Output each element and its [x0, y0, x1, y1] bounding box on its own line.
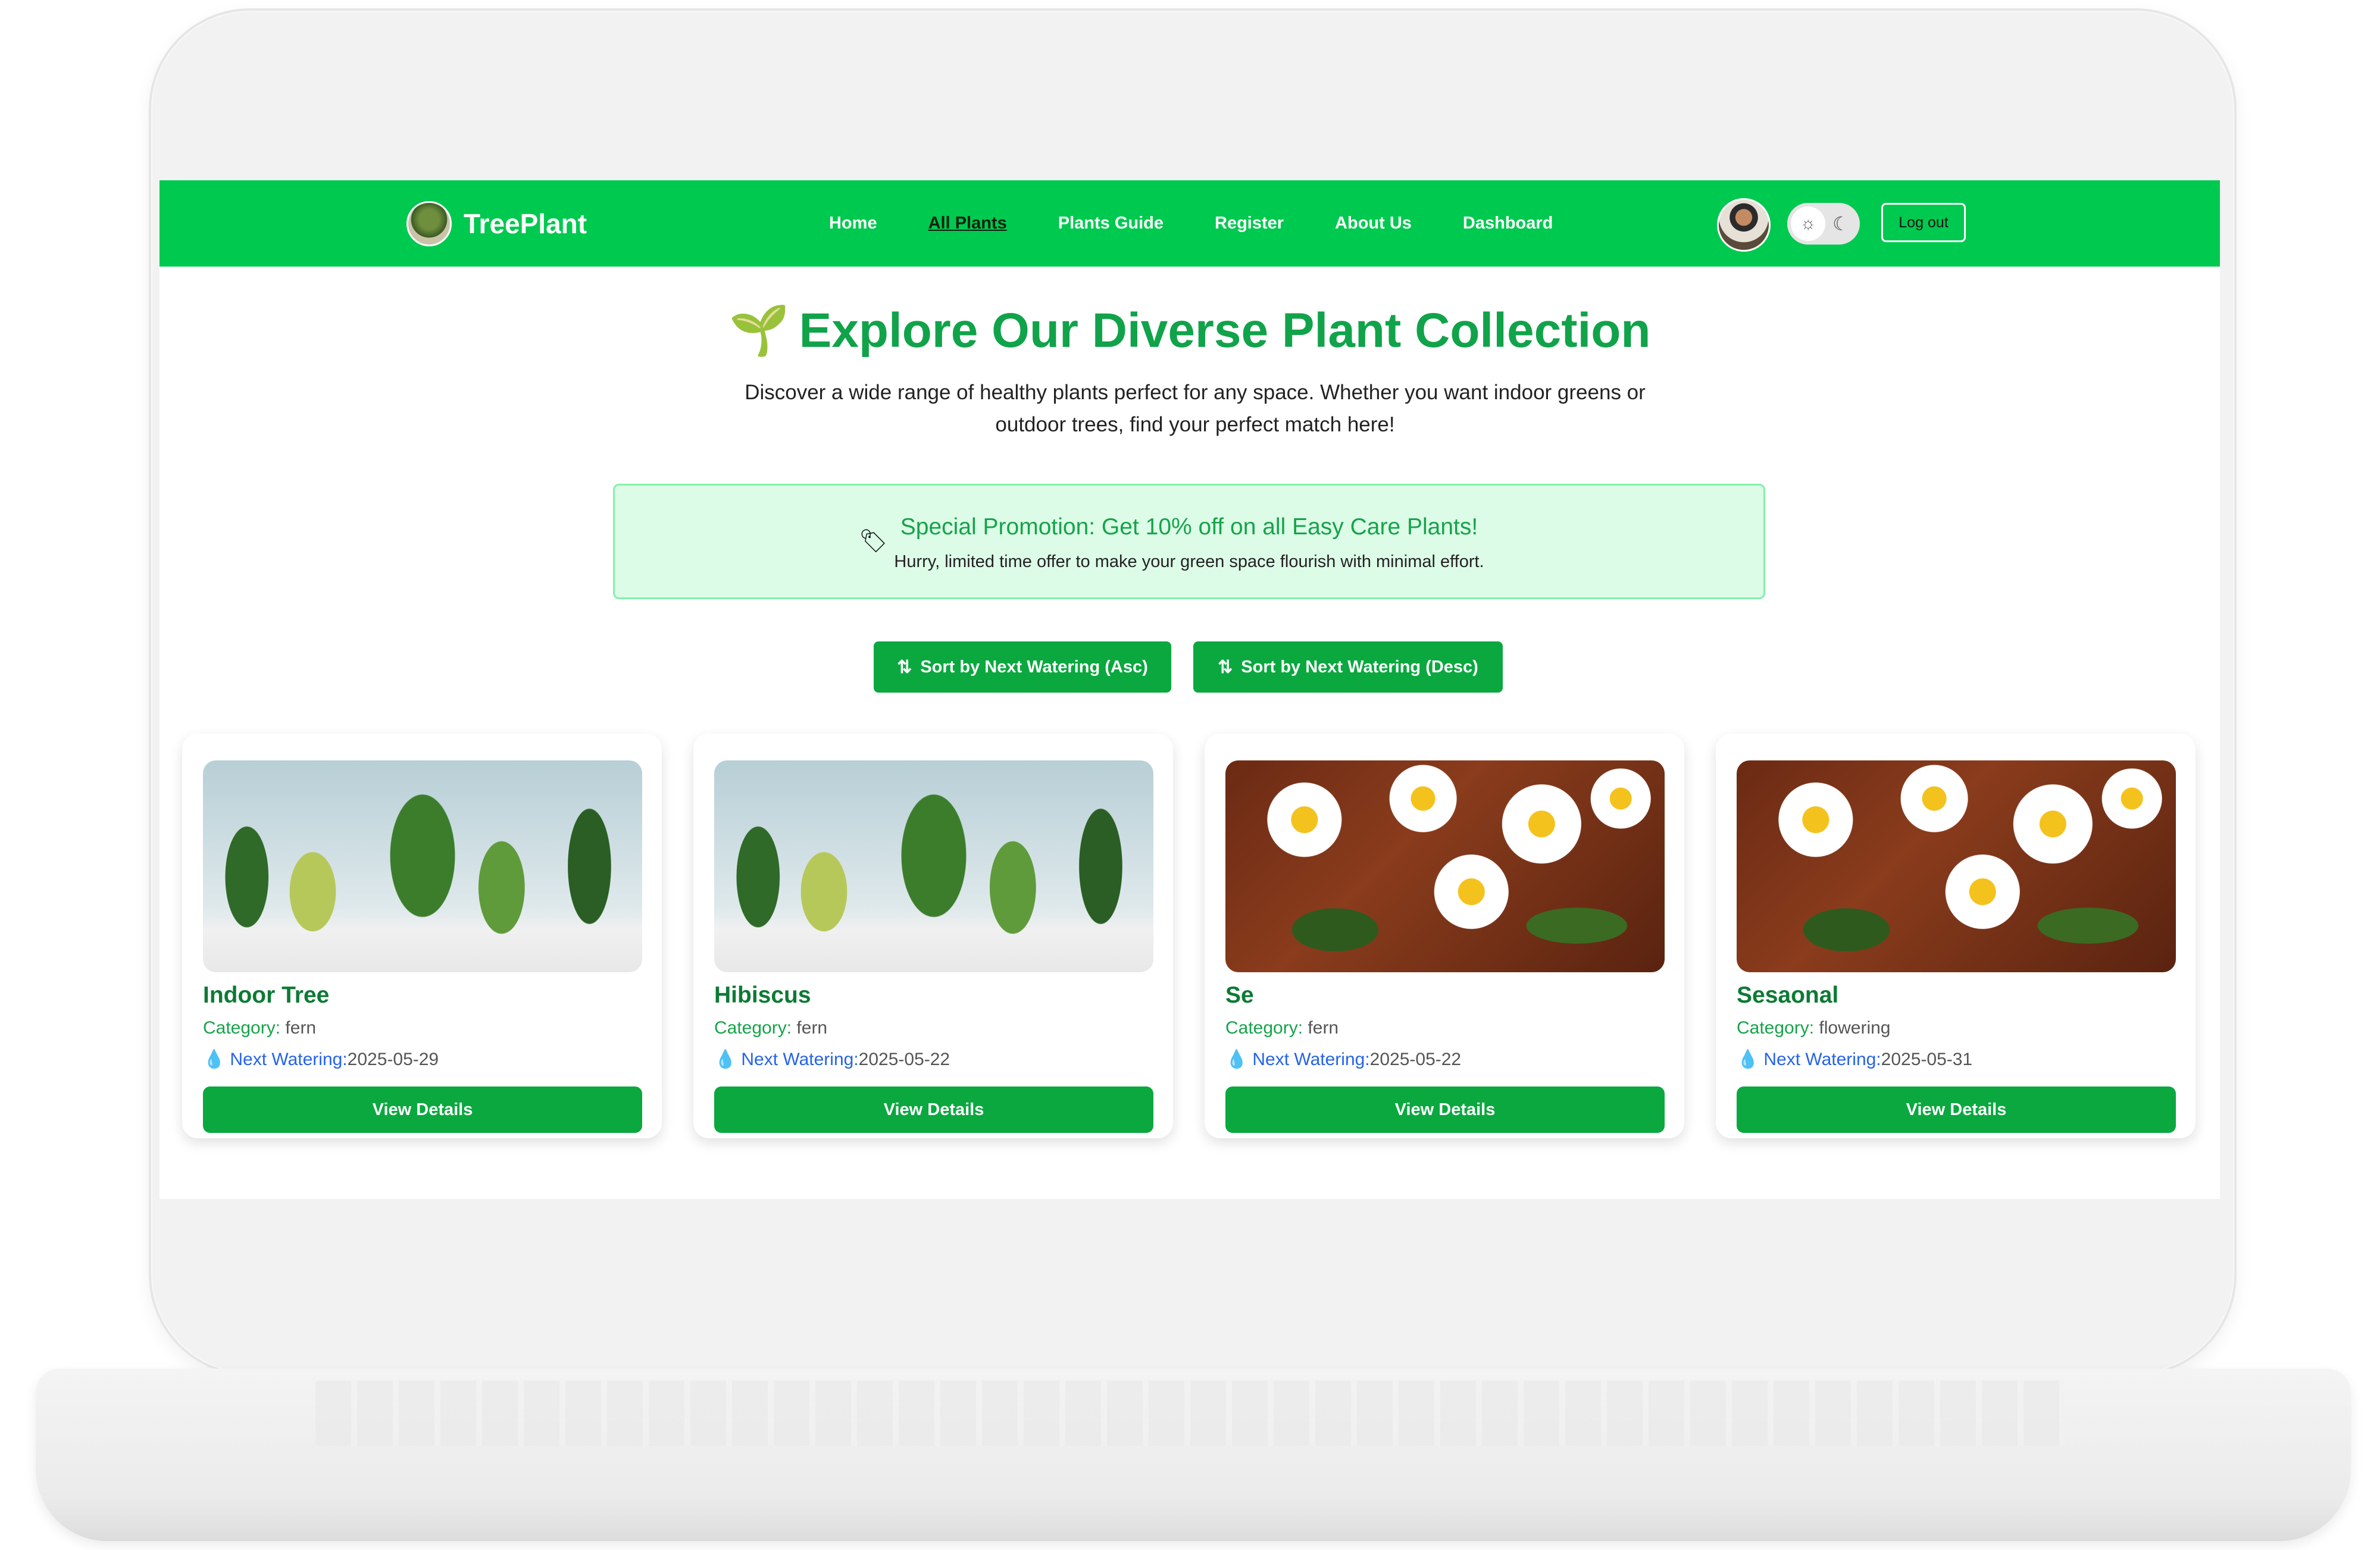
- plant-next-watering: 💧 Next Watering:2025-05-31: [1737, 1049, 1972, 1070]
- category-value: fern: [285, 1018, 317, 1038]
- category-value: flowering: [1819, 1018, 1891, 1038]
- nav-link-plants-guide[interactable]: Plants Guide: [1058, 214, 1164, 233]
- promo-banner: 🏷 Special Promotion: Get 10% off on all …: [613, 484, 1765, 599]
- nav-link-about-us[interactable]: About Us: [1335, 214, 1412, 233]
- category-label: Category:: [1737, 1018, 1815, 1038]
- navbar: TreePlant Home All Plants Plants Guide R…: [159, 180, 2220, 267]
- watering-date: 2025-05-22: [858, 1050, 950, 1069]
- laptop-keyboard: [315, 1380, 2065, 1446]
- nav-link-dashboard[interactable]: Dashboard: [1463, 214, 1553, 233]
- nav-link-register[interactable]: Register: [1215, 214, 1284, 233]
- watering-label: Next Watering:: [1252, 1050, 1370, 1069]
- theme-toggle[interactable]: ☼ ☾: [1787, 203, 1860, 245]
- promo-title: Special Promotion: Get 10% off on all Ea…: [900, 514, 1478, 540]
- logout-button[interactable]: Log out: [1881, 203, 1966, 242]
- water-drop-icon: 💧: [1737, 1050, 1759, 1069]
- sort-asc-icon: ⇅: [897, 657, 912, 677]
- category-value: fern: [796, 1018, 828, 1038]
- plant-image: [1225, 760, 1665, 972]
- watering-date: 2025-05-22: [1369, 1050, 1462, 1069]
- plant-category: Category: fern: [1225, 1018, 1338, 1038]
- browser-screen: TreePlant Home All Plants Plants Guide R…: [159, 180, 2220, 1199]
- plant-next-watering: 💧 Next Watering:2025-05-29: [203, 1049, 439, 1070]
- nav-links: Home All Plants Plants Guide Register Ab…: [829, 180, 1604, 267]
- plant-name: Se: [1225, 982, 1254, 1008]
- plant-card: Hibiscus Category: fern 💧 Next Watering:2…: [693, 734, 1173, 1138]
- category-value: fern: [1308, 1018, 1339, 1038]
- water-drop-icon: 💧: [203, 1050, 226, 1069]
- plant-next-watering: 💧 Next Watering:2025-05-22: [1225, 1049, 1461, 1070]
- water-drop-icon: 💧: [714, 1050, 737, 1069]
- category-label: Category:: [714, 1018, 792, 1038]
- tree-logo-icon: [406, 201, 452, 246]
- category-label: Category:: [1225, 1018, 1303, 1038]
- watering-date: 2025-05-29: [347, 1050, 439, 1069]
- sort-asc-button[interactable]: ⇅ Sort by Next Watering (Asc): [874, 641, 1171, 693]
- plant-next-watering: 💧 Next Watering:2025-05-22: [714, 1049, 950, 1070]
- water-drop-icon: 💧: [1225, 1050, 1248, 1069]
- watering-label: Next Watering:: [741, 1050, 859, 1069]
- view-details-button[interactable]: View Details: [203, 1086, 642, 1133]
- plant-name: Hibiscus: [714, 982, 811, 1008]
- view-details-button[interactable]: View Details: [1225, 1086, 1665, 1133]
- plant-card: Sesaonal Category: flowering 💧 Next Water…: [1716, 734, 2196, 1138]
- sort-asc-label: Sort by Next Watering (Asc): [920, 657, 1148, 677]
- sun-icon: ☼: [1791, 206, 1825, 241]
- brand-name: TreePlant: [464, 208, 587, 239]
- nav-link-home[interactable]: Home: [829, 214, 877, 233]
- sprout-icon: 🌱: [728, 303, 790, 358]
- brand-logo[interactable]: TreePlant: [406, 201, 587, 246]
- moon-icon: ☾: [1832, 213, 1850, 234]
- sort-desc-button[interactable]: ⇅ Sort by Next Watering (Desc): [1193, 641, 1503, 693]
- view-details-button[interactable]: View Details: [714, 1086, 1153, 1133]
- plant-card: Indoor Tree Category: fern 💧 Next Waterin…: [182, 734, 662, 1138]
- plant-category: Category: fern: [714, 1018, 827, 1038]
- plant-card: Se Category: fern 💧 Next Watering:2025-05…: [1205, 734, 1684, 1138]
- page-title: 🌱 Explore Our Diverse Plant Collection: [159, 302, 2220, 359]
- category-label: Category:: [203, 1018, 281, 1038]
- page-subtitle: Discover a wide range of healthy plants …: [745, 381, 1646, 436]
- plant-image: [714, 760, 1153, 972]
- plant-image: [203, 760, 642, 972]
- view-details-button[interactable]: View Details: [1737, 1086, 2176, 1133]
- promo-subtitle: Hurry, limited time offer to make your g…: [894, 552, 1484, 571]
- watering-label: Next Watering:: [1763, 1050, 1881, 1069]
- sort-desc-label: Sort by Next Watering (Desc): [1241, 657, 1478, 677]
- plant-category: Category: flowering: [1737, 1018, 1890, 1038]
- watering-date: 2025-05-31: [1881, 1050, 1973, 1069]
- plant-name: Sesaonal: [1737, 982, 1839, 1008]
- nav-link-all-plants[interactable]: All Plants: [928, 214, 1007, 233]
- plant-category: Category: fern: [203, 1018, 316, 1038]
- page-title-text: Explore Our Diverse Plant Collection: [799, 303, 1651, 358]
- watering-label: Next Watering:: [230, 1050, 348, 1069]
- user-avatar[interactable]: [1717, 198, 1771, 252]
- plant-image: [1737, 760, 2176, 972]
- sort-desc-icon: ⇅: [1218, 657, 1233, 677]
- plant-name: Indoor Tree: [203, 982, 330, 1008]
